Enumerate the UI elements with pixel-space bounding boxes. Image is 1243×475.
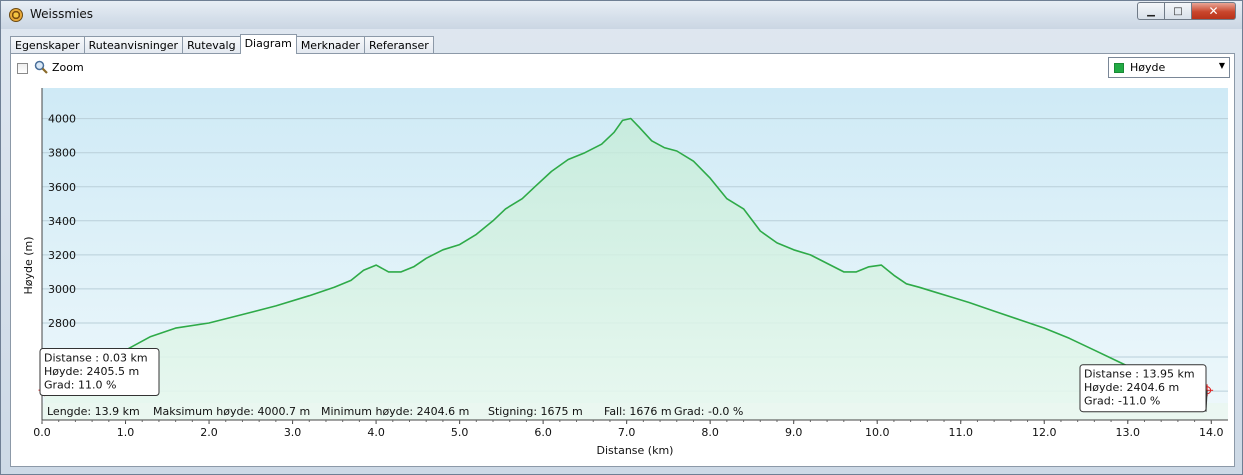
x-tick-label: 13.0	[1116, 426, 1141, 439]
x-tick-label: 2.0	[200, 426, 218, 439]
x-tick-label: 11.0	[948, 426, 973, 439]
summary-fall: Fall: 1676 m	[604, 405, 672, 418]
y-axis-label: Høyde (m)	[22, 236, 35, 294]
tab-referanser[interactable]: Referanser	[363, 36, 434, 54]
marker-tooltip-line: Distanse : 13.95 km	[1084, 368, 1195, 381]
summary-stigning: Stigning: 1675 m	[488, 405, 583, 418]
marker-tooltip-line: Høyde: 2404.6 m	[1084, 381, 1179, 394]
diagram-panel: Zoom Høyde ▼ 240026002800300032003400360…	[10, 53, 1235, 467]
summary-grad: Grad: -0.0 %	[674, 405, 743, 418]
summary-min: Minimum høyde: 2404.6 m	[321, 405, 469, 418]
summary-maks: Maksimum høyde: 4000.7 m	[153, 405, 310, 418]
x-tick-label: 6.0	[534, 426, 552, 439]
x-tick-label: 10.0	[865, 426, 890, 439]
maximize-button[interactable]: □	[1164, 2, 1191, 20]
y-tick-label: 3600	[48, 181, 76, 194]
x-tick-label: 5.0	[451, 426, 469, 439]
x-tick-label: 8.0	[701, 426, 719, 439]
tab-ruteanvisninger[interactable]: Ruteanvisninger	[83, 36, 184, 54]
y-tick-label: 3400	[48, 215, 76, 228]
y-tick-label: 2800	[48, 317, 76, 330]
minimize-button[interactable]: ▁	[1137, 2, 1164, 20]
marker-tooltip-line: Distanse : 0.03 km	[44, 352, 148, 365]
y-tick-label: 4000	[48, 113, 76, 126]
window-controls: ▁ □ ✕	[1137, 2, 1236, 20]
marker-tooltip-line: Grad: -11.0 %	[1084, 395, 1160, 408]
tab-diagram[interactable]: Diagram	[239, 34, 297, 54]
title-bar[interactable]: Weissmies ▁ □ ✕	[1, 1, 1242, 29]
x-tick-label: 9.0	[785, 426, 803, 439]
app-window: Weissmies ▁ □ ✕ Egenskaper Ruteanvisning…	[0, 0, 1243, 475]
tab-egenskaper[interactable]: Egenskaper	[10, 36, 85, 54]
marker-tooltip-line: Høyde: 2405.5 m	[44, 365, 139, 378]
close-button[interactable]: ✕	[1191, 2, 1236, 20]
y-tick-label: 3800	[48, 147, 76, 160]
y-tick-label: 3000	[48, 283, 76, 296]
x-tick-label: 12.0	[1032, 426, 1057, 439]
tab-merknader[interactable]: Merknader	[295, 36, 365, 54]
window-title: Weissmies	[30, 7, 94, 21]
summary-lengde: Lengde: 13.9 km	[47, 405, 140, 418]
marker-tooltip-line: Grad: 11.0 %	[44, 379, 116, 392]
x-tick-label: 4.0	[367, 426, 385, 439]
tab-strip: Egenskaper Ruteanvisninger Rutevalg Diag…	[10, 34, 434, 54]
x-tick-label: 0.0	[33, 426, 51, 439]
y-tick-label: 3200	[48, 249, 76, 262]
x-tick-label: 1.0	[117, 426, 135, 439]
x-tick-label: 3.0	[284, 426, 302, 439]
elevation-chart: 240026002800300032003400360038004000Leng…	[22, 88, 1228, 457]
app-icon	[9, 8, 23, 22]
x-tick-label: 7.0	[618, 426, 636, 439]
x-tick-label: 14.0	[1199, 426, 1224, 439]
tab-rutevalg[interactable]: Rutevalg	[182, 36, 241, 54]
x-axis-label: Distanse (km)	[597, 444, 674, 457]
